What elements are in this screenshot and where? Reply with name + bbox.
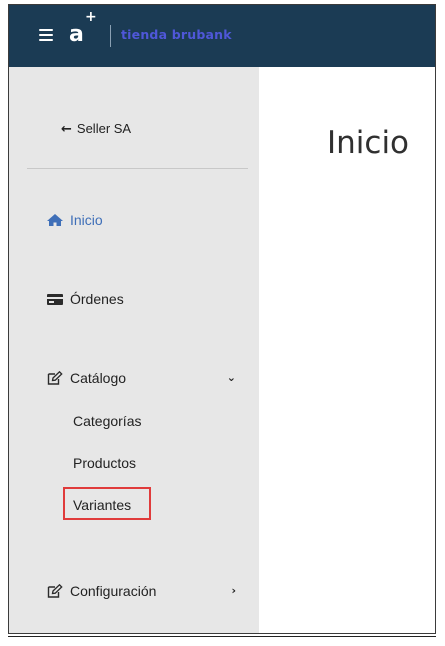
seller-name: Seller SA xyxy=(76,121,132,136)
page-title: Inicio xyxy=(327,125,410,161)
logo-letter[interactable]: a xyxy=(69,17,84,53)
logo-separator xyxy=(110,25,111,47)
main-content: Inicio xyxy=(259,67,435,633)
brand-name[interactable]: tienda brubank xyxy=(121,27,232,42)
card-icon xyxy=(47,294,63,305)
app-window: a + tienda brubank ← Seller SA Inicio Órd… xyxy=(8,4,436,634)
sidebar-subitem-productos[interactable]: Productos xyxy=(73,453,136,473)
top-bar: a + tienda brubank xyxy=(9,5,435,67)
sidebar-item-configuracion[interactable]: Configuración › xyxy=(46,580,236,602)
edit-icon xyxy=(47,584,63,598)
divider xyxy=(8,636,436,637)
back-to-seller-link[interactable]: ← Seller SA xyxy=(61,121,131,137)
arrow-left-icon: ← xyxy=(61,122,72,137)
sidebar-item-label: Configuración xyxy=(70,583,157,599)
sidebar-item-label: Inicio xyxy=(70,212,103,228)
chevron-down-icon: ⌄ xyxy=(226,371,236,384)
sidebar-item-inicio[interactable]: Inicio xyxy=(46,209,236,231)
sidebar-item-label: Órdenes xyxy=(70,291,124,307)
sidebar-item-catalogo[interactable]: Catálogo ⌄ xyxy=(46,367,236,389)
divider xyxy=(27,168,248,169)
edit-icon xyxy=(47,371,63,385)
sidebar-item-label: Catálogo xyxy=(70,370,127,386)
chevron-right-icon: › xyxy=(231,584,236,597)
sidebar: ← Seller SA Inicio Órdenes Catálogo ⌄ Cat… xyxy=(9,67,259,633)
sidebar-subitem-categorias[interactable]: Categorías xyxy=(73,411,141,431)
home-icon xyxy=(47,214,63,226)
sidebar-item-ordenes[interactable]: Órdenes xyxy=(46,288,236,310)
logo-plus: + xyxy=(85,9,97,25)
highlight-box xyxy=(63,487,151,520)
hamburger-icon[interactable] xyxy=(39,29,53,41)
